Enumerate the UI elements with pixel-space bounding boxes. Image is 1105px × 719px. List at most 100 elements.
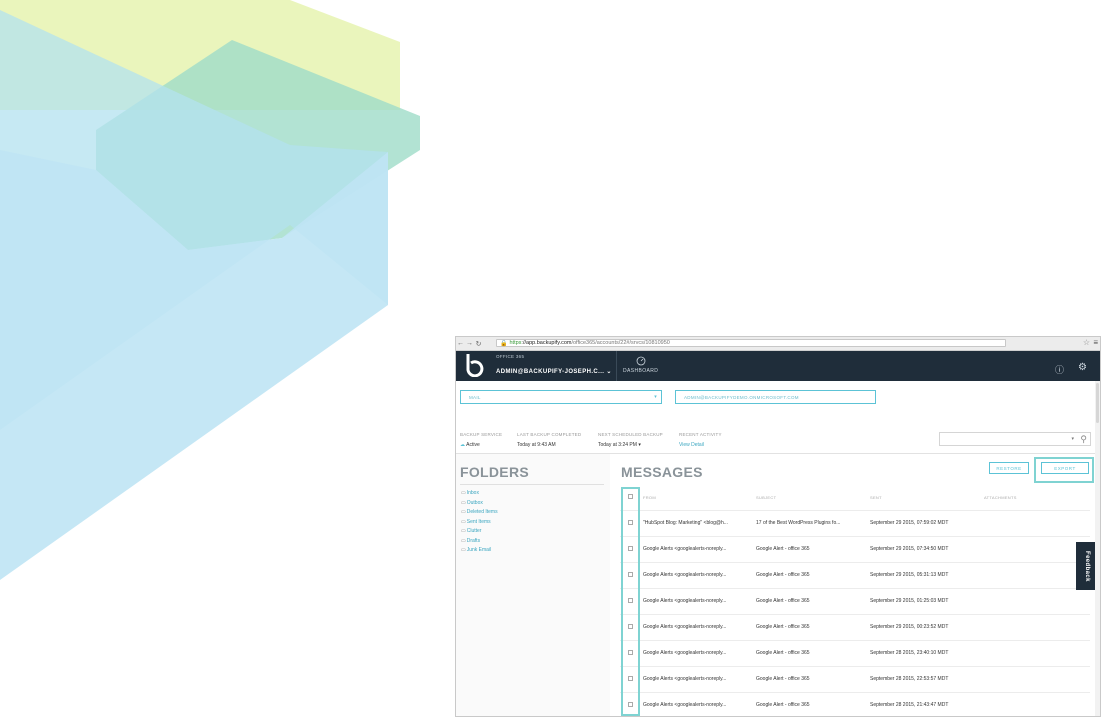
recent-activity-label: RECENT ACTIVITY [679,432,722,437]
message-sent: September 29 2015, 05:31:13 MDT [870,572,949,578]
lock-icon: 🔒 [500,340,508,347]
screenshot-window: ← → ↻ 🔒 https ://app.backupify.com /offi… [455,336,1101,717]
folder-icon: ▭ [461,509,466,515]
browser-menu-icon[interactable]: ≡ [1093,338,1098,347]
message-checkbox[interactable] [628,702,633,707]
message-subject: Google Alert - office 365 [756,702,810,708]
folder-icon: ▭ [461,518,466,525]
message-sent: September 28 2015, 21:43:47 MDT [870,702,949,708]
message-checkbox[interactable] [628,520,633,525]
folder-label: Clutter [466,528,482,534]
folder-item[interactable]: ▭Outbox [461,500,483,506]
folder-label: Inbox [466,490,479,496]
message-sent: September 28 2015, 22:53:57 MDT [870,676,949,682]
app-header: OFFICE 365 ADMIN@BACKUPIFY-JOSEPH.C... ⌄… [456,351,1100,381]
message-subject: Google Alert - office 365 [756,572,810,578]
message-subject: Google Alert - office 365 [756,650,810,656]
next-backup-selector[interactable]: Today at 3:24 PM ▾ [598,442,641,448]
account-email-field[interactable]: ADMIN@BACKUPIFYDEMO.ONMICROSOFT.COM [675,390,876,404]
last-backup-value: Today at 9:43 AM [517,442,556,448]
folders-title: FOLDERS [460,464,529,480]
folder-item[interactable]: ▭Inbox [461,490,479,496]
info-icon[interactable]: ⓘ [1055,363,1064,376]
search-input[interactable]: ▾ ⚲ [939,432,1091,446]
browser-toolbar: ← → ↻ 🔒 https ://app.backupify.com /offi… [456,337,1100,351]
account-name: ADMIN@BACKUPIFY-JOSEPH.C... [496,369,605,375]
folder-item[interactable]: ▭Drafts [461,538,480,544]
search-icon[interactable]: ⚲ [1080,434,1087,445]
bookmark-star-icon[interactable]: ☆ [1083,338,1090,347]
folders-divider [460,484,604,485]
message-sent: September 29 2015, 01:25:03 MDT [870,598,949,604]
message-from: Google Alerts <googlealerts-noreply... [643,572,727,578]
chevron-down-icon: ⌄ [606,369,612,375]
header-divider [616,351,617,381]
backup-service-value: ☁ Active [460,442,480,448]
scrollbar-thumb[interactable] [1096,383,1099,423]
folder-icon: ▭ [461,499,466,506]
next-backup-label: NEXT SCHEDULED BACKUP [598,432,663,437]
message-checkbox[interactable] [628,598,633,603]
folder-label: Deleted Items [466,509,498,515]
url-scheme: https [509,340,522,346]
backup-service-status: Active [466,442,480,448]
service-select[interactable]: MAIL ▾ [460,390,662,404]
message-subject: Google Alert - office 365 [756,624,810,630]
folders-pane [456,454,610,716]
folder-icon: ▭ [461,547,466,553]
message-from: Google Alerts <googlealerts-noreply... [643,624,727,630]
dropdown-caret-icon: ▾ [654,394,657,400]
message-checkbox[interactable] [628,676,633,681]
message-sent: September 29 2015, 07:34:50 MDT [870,546,949,552]
restore-button[interactable]: RESTORE [989,462,1029,474]
message-checkbox[interactable] [628,546,633,551]
back-arrow-icon[interactable]: ← [456,340,465,347]
folder-item[interactable]: ▭Deleted Items [461,509,498,515]
dashboard-gauge-icon[interactable] [636,356,646,366]
folder-icon: ▭ [461,528,466,534]
reload-icon[interactable]: ↻ [474,340,483,348]
message-from: Google Alerts <googlealerts-noreply... [643,702,727,708]
account-selector[interactable]: ADMIN@BACKUPIFY-JOSEPH.C... ⌄ [496,368,612,375]
message-subject: Google Alert - office 365 [756,546,810,552]
gear-icon[interactable]: ⚙ [1078,362,1087,373]
column-header-attachments[interactable]: ATTACHMENTS [984,495,1017,500]
folder-icon: ▭ [461,490,466,496]
url-path: /office365/accounts/22#/srvcs/10810950 [571,340,670,346]
folder-item[interactable]: ▭Junk Email [461,547,491,553]
app-name: OFFICE 365 [496,354,525,359]
message-from: Google Alerts <googlealerts-noreply... [643,546,727,552]
backup-service-label: BACKUP SERVICE [460,432,503,437]
column-header-subject[interactable]: SUBJECT [756,495,776,500]
url-host: ://app.backupify.com [521,340,572,346]
message-subject: 17 of the Best WordPress Plugins fo... [756,520,841,526]
last-backup-label: LAST BACKUP COMPLETED [517,432,582,437]
column-header-from[interactable]: FROM [643,495,656,500]
scrollbar-track[interactable] [1095,381,1100,716]
column-header-sent[interactable]: SENT [870,495,882,500]
message-subject: Google Alert - office 365 [756,676,810,682]
view-detail-link[interactable]: View Detail [679,442,704,448]
chevron-down-icon: ▾ [638,442,641,448]
folder-label: Junk Email [466,547,492,553]
service-select-value: MAIL [469,394,481,400]
message-checkbox[interactable] [628,572,633,577]
message-checkbox[interactable] [628,624,633,629]
message-subject: Google Alert - office 365 [756,598,810,604]
folder-item[interactable]: ▭Clutter [461,528,481,534]
messages-title: MESSAGES [621,464,703,480]
select-all-checkbox[interactable] [628,494,633,499]
message-checkbox[interactable] [628,650,633,655]
account-email-value: ADMIN@BACKUPIFYDEMO.ONMICROSOFT.COM [684,394,799,400]
forward-arrow-icon[interactable]: → [465,340,474,347]
message-from: Google Alerts <googlealerts-noreply... [643,676,727,682]
dashboard-link[interactable]: DASHBOARD [623,368,658,374]
folder-label: Drafts [466,537,481,544]
address-bar[interactable]: 🔒 https ://app.backupify.com /office365/… [496,339,1006,347]
export-button[interactable]: EXPORT [1041,462,1089,474]
next-backup-value: Today at 3:24 PM [598,442,637,448]
backupify-logo[interactable] [462,353,484,377]
search-dropdown-caret-icon[interactable]: ▾ [1071,436,1074,442]
folder-item[interactable]: ▭Sent Items [461,519,491,525]
message-from: Google Alerts <googlealerts-noreply... [643,650,727,656]
